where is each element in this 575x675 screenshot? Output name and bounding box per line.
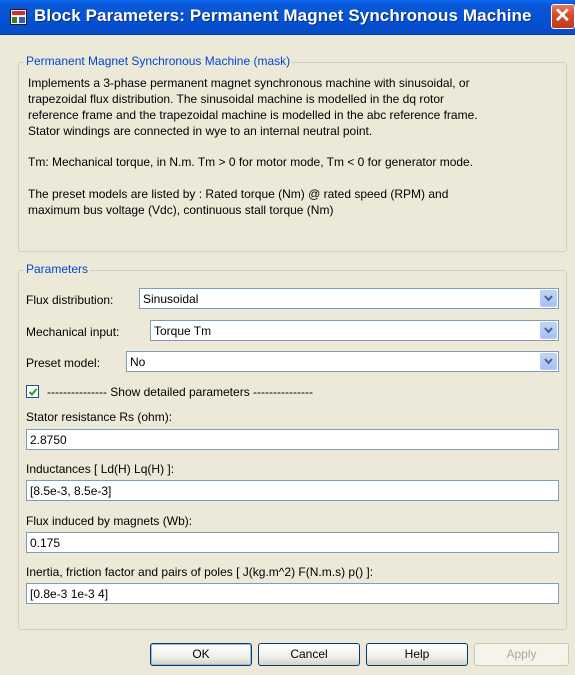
description-line: reference frame and the trapezoidal mach…: [28, 108, 478, 122]
flux-distribution-value: Sinusoidal: [143, 292, 199, 306]
close-icon: ✕: [554, 5, 571, 27]
flux-magnets-input[interactable]: [27, 533, 558, 552]
show-detailed-parameters-label[interactable]: --------------- Show detailed parameters…: [47, 385, 313, 399]
stator-resistance-input[interactable]: [27, 430, 558, 449]
simulink-block-icon: [10, 9, 27, 25]
window-title: Block Parameters: Permanent Magnet Synch…: [34, 6, 532, 25]
ok-button[interactable]: OK: [150, 643, 252, 666]
checkmark-icon: [28, 388, 38, 396]
show-detailed-parameters-checkbox[interactable]: [26, 385, 39, 398]
mechanical-input-label: Mechanical input:: [26, 325, 120, 339]
chevron-down-icon[interactable]: [540, 290, 557, 307]
inertia-label: Inertia, friction factor and pairs of po…: [26, 565, 374, 579]
mask-group-legend: Permanent Magnet Synchronous Machine (ma…: [24, 54, 293, 68]
inductances-label: Inductances [ Ld(H) Lq(H) ]:: [26, 462, 175, 476]
mechanical-input-select[interactable]: Torque Tm: [150, 320, 559, 341]
flux-distribution-select[interactable]: Sinusoidal: [139, 288, 559, 309]
preset-model-select[interactable]: No: [126, 351, 559, 372]
flux-magnets-label: Flux induced by magnets (Wb):: [26, 514, 193, 528]
description-line: The preset models are listed by : Rated …: [28, 187, 449, 201]
description-line: trapezoidal flux distribution. The sinus…: [28, 92, 445, 106]
mechanical-input-value: Torque Tm: [154, 324, 212, 338]
description-line: maximum bus voltage (Vdc), continuous st…: [28, 203, 334, 217]
stator-resistance-field[interactable]: [26, 429, 559, 450]
apply-button: Apply: [474, 643, 569, 666]
preset-model-value: No: [130, 355, 146, 369]
help-button[interactable]: Help: [366, 643, 468, 666]
flux-magnets-field[interactable]: [26, 532, 559, 553]
close-button[interactable]: ✕: [551, 4, 575, 29]
flux-distribution-label: Flux distribution:: [26, 293, 114, 307]
parameters-group-legend: Parameters: [24, 262, 91, 276]
inertia-input[interactable]: [27, 584, 558, 603]
description-line: Tm: Mechanical torque, in N.m. Tm > 0 fo…: [28, 155, 474, 169]
inductances-input[interactable]: [27, 481, 558, 500]
preset-model-label: Preset model:: [26, 356, 101, 370]
inertia-field[interactable]: [26, 583, 559, 604]
description-line: Implements a 3-phase permanent magnet sy…: [28, 76, 470, 90]
chevron-down-icon[interactable]: [540, 353, 557, 370]
chevron-down-icon[interactable]: [540, 322, 557, 339]
cancel-button[interactable]: Cancel: [258, 643, 360, 666]
dialog-window: Block Parameters: Permanent Magnet Synch…: [0, 0, 575, 675]
stator-resistance-label: Stator resistance Rs (ohm):: [26, 410, 173, 424]
title-bar[interactable]: Block Parameters: Permanent Magnet Synch…: [0, 0, 575, 35]
inductances-field[interactable]: [26, 480, 559, 501]
description-line: Stator windings are connected in wye to …: [28, 124, 373, 138]
